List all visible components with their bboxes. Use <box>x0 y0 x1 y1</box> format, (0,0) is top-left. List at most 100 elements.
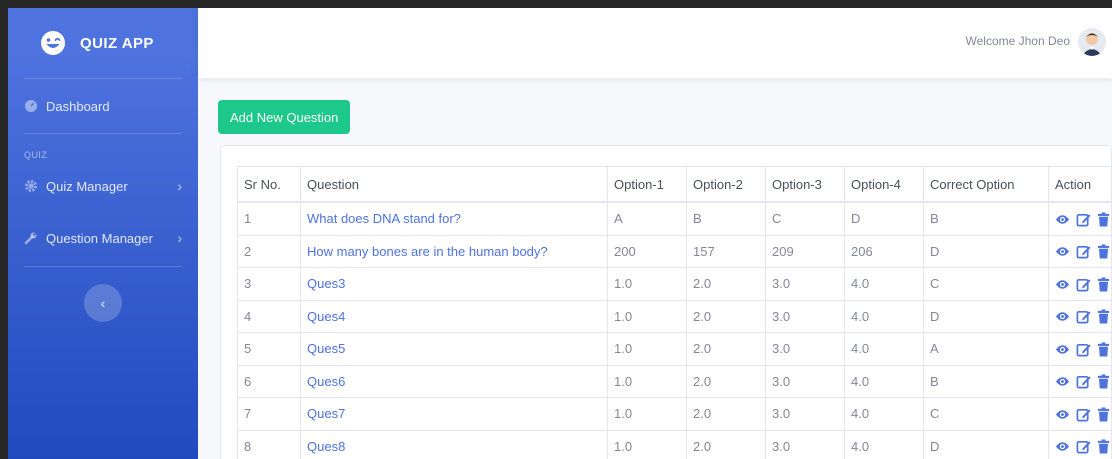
table-body: 1 What does DNA stand for? A B C D B 2 H… <box>237 201 1112 459</box>
user-avatar-icon <box>1082 33 1102 56</box>
cell-sr-no: 3 <box>237 267 301 301</box>
chevron-right-icon: › <box>177 178 182 194</box>
cell-option-4: 4.0 <box>844 429 924 459</box>
column-header: Question <box>300 166 608 203</box>
edit-icon[interactable] <box>1076 244 1091 259</box>
cell-option-1: 1.0 <box>607 429 687 459</box>
cell-action <box>1048 332 1112 366</box>
edit-icon[interactable] <box>1076 212 1091 227</box>
app-window: QUIZ APP Dashboard QUIZ Quiz Manager › Q… <box>8 8 1112 459</box>
question-link[interactable]: How many bones are in the human body? <box>300 234 608 268</box>
column-header: Option-4 <box>844 166 924 203</box>
cell-option-4: 4.0 <box>844 397 924 431</box>
eye-icon[interactable] <box>1055 277 1070 292</box>
question-link[interactable]: Ques7 <box>300 397 608 431</box>
sidebar-heading: QUIZ <box>24 150 48 160</box>
eye-icon[interactable] <box>1055 244 1070 259</box>
cell-option-3: 209 <box>765 234 845 268</box>
trash-icon[interactable] <box>1096 439 1111 454</box>
welcome-text: Welcome Jhon Deo <box>965 34 1071 48</box>
column-header: Sr No. <box>237 166 301 203</box>
cell-option-1: 1.0 <box>607 299 687 333</box>
table-row: 5 Ques5 1.0 2.0 3.0 4.0 A <box>237 332 1112 366</box>
cell-correct-option: D <box>923 234 1049 268</box>
edit-icon[interactable] <box>1076 374 1091 389</box>
cell-sr-no: 4 <box>237 299 301 333</box>
sidebar-item-quiz-manager[interactable]: Quiz Manager › <box>8 162 198 210</box>
cell-option-1: 1.0 <box>607 364 687 398</box>
cell-sr-no: 7 <box>237 397 301 431</box>
table-header-row: Sr No. Question Option-1 Option-2 Option… <box>237 166 1112 203</box>
eye-icon[interactable] <box>1055 309 1070 324</box>
add-new-question-button[interactable]: Add New Question <box>218 100 351 134</box>
cell-option-2: 2.0 <box>686 299 766 333</box>
cell-action <box>1048 364 1112 398</box>
eye-icon[interactable] <box>1055 212 1070 227</box>
cell-option-3: 3.0 <box>765 299 845 333</box>
sidebar-item-question-manager[interactable]: Question Manager › <box>8 214 198 262</box>
topbar: Welcome Jhon Deo <box>198 8 1112 78</box>
column-header: Action <box>1048 166 1112 203</box>
trash-icon[interactable] <box>1096 342 1111 357</box>
cell-action <box>1048 267 1112 301</box>
questions-table: Sr No. Question Option-1 Option-2 Option… <box>237 166 1112 459</box>
eye-icon[interactable] <box>1055 439 1070 454</box>
question-link[interactable]: What does DNA stand for? <box>300 201 608 236</box>
cell-option-1: 1.0 <box>607 267 687 301</box>
cell-action <box>1048 429 1112 459</box>
cell-action <box>1048 299 1112 333</box>
question-link[interactable]: Ques5 <box>300 332 608 366</box>
question-link[interactable]: Ques6 <box>300 364 608 398</box>
sidebar-divider <box>24 266 182 267</box>
trash-icon[interactable] <box>1096 309 1111 324</box>
brand-name: QUIZ APP <box>80 34 154 52</box>
avatar[interactable] <box>1078 28 1106 56</box>
edit-icon[interactable] <box>1076 439 1091 454</box>
table-row: 6 Ques6 1.0 2.0 3.0 4.0 B <box>237 364 1112 398</box>
cell-action <box>1048 201 1112 236</box>
edit-icon[interactable] <box>1076 407 1091 422</box>
cell-sr-no: 2 <box>237 234 301 268</box>
table-row: 7 Ques7 1.0 2.0 3.0 4.0 C <box>237 397 1112 431</box>
sidebar-toggle-button[interactable]: ‹ <box>84 284 122 322</box>
trash-icon[interactable] <box>1096 277 1111 292</box>
cell-option-4: D <box>844 201 924 236</box>
cell-option-1: 200 <box>607 234 687 268</box>
column-header: Option-2 <box>686 166 766 203</box>
table-row: 1 What does DNA stand for? A B C D B <box>237 201 1112 236</box>
cell-option-3: 3.0 <box>765 332 845 366</box>
brand[interactable]: QUIZ APP <box>8 8 198 78</box>
question-link[interactable]: Ques3 <box>300 267 608 301</box>
cell-option-4: 206 <box>844 234 924 268</box>
cell-option-2: 2.0 <box>686 364 766 398</box>
cell-sr-no: 1 <box>237 201 301 236</box>
column-header: Option-1 <box>607 166 687 203</box>
question-link[interactable]: Ques4 <box>300 299 608 333</box>
trash-icon[interactable] <box>1096 212 1111 227</box>
table-row: 8 Ques8 1.0 2.0 3.0 4.0 D <box>237 429 1112 459</box>
trash-icon[interactable] <box>1096 374 1111 389</box>
cell-option-4: 4.0 <box>844 332 924 366</box>
wrench-icon <box>24 232 37 245</box>
sidebar-item-label: Quiz Manager <box>46 178 128 194</box>
cell-option-2: 2.0 <box>686 267 766 301</box>
question-link[interactable]: Ques8 <box>300 429 608 459</box>
sidebar-item-dashboard[interactable]: Dashboard <box>8 79 198 133</box>
cell-option-3: 3.0 <box>765 267 845 301</box>
edit-icon[interactable] <box>1076 342 1091 357</box>
cell-option-2: 2.0 <box>686 332 766 366</box>
cell-option-2: B <box>686 201 766 236</box>
trash-icon[interactable] <box>1096 407 1111 422</box>
cell-correct-option: C <box>923 267 1049 301</box>
edit-icon[interactable] <box>1076 309 1091 324</box>
sidebar: QUIZ APP Dashboard QUIZ Quiz Manager › Q… <box>8 8 198 459</box>
table-row: 3 Ques3 1.0 2.0 3.0 4.0 C <box>237 267 1112 301</box>
cell-option-2: 2.0 <box>686 429 766 459</box>
eye-icon[interactable] <box>1055 374 1070 389</box>
eye-icon[interactable] <box>1055 342 1070 357</box>
cell-option-3: C <box>765 201 845 236</box>
eye-icon[interactable] <box>1055 407 1070 422</box>
edit-icon[interactable] <box>1076 277 1091 292</box>
trash-icon[interactable] <box>1096 244 1111 259</box>
chevron-right-icon: › <box>177 230 182 246</box>
